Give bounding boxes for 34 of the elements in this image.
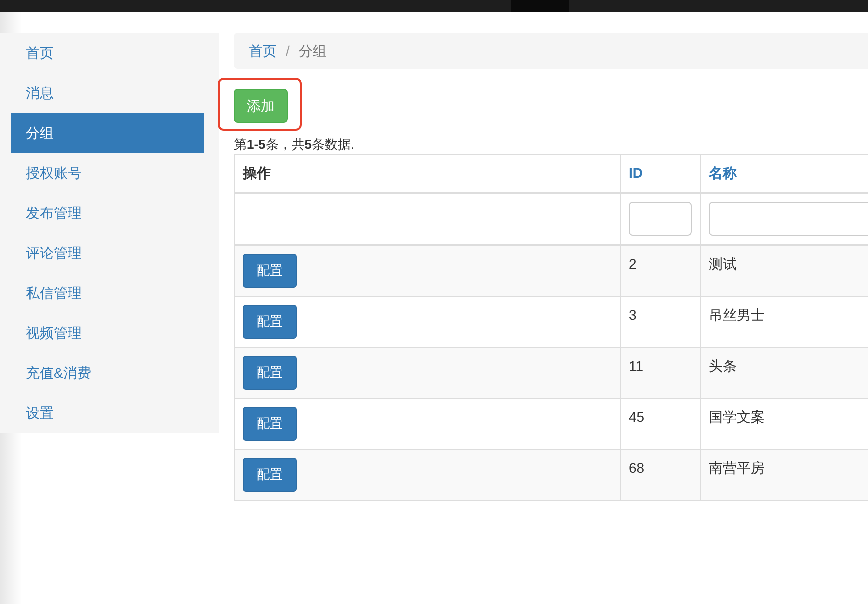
sidebar-item[interactable]: 分组	[11, 113, 204, 153]
column-sort-link[interactable]: ID	[629, 165, 643, 181]
table-cell: 南营平房	[709, 460, 765, 476]
column-header: 操作	[243, 165, 271, 181]
configure-button[interactable]: 配置	[243, 305, 297, 339]
table-cell: 2	[629, 256, 637, 272]
table-cell: 11	[629, 358, 644, 374]
sidebar-item[interactable]: 消息	[11, 73, 204, 113]
breadcrumb-current: 分组	[298, 42, 327, 60]
table-cell: 吊丝男士	[709, 307, 765, 323]
configure-button[interactable]: 配置	[243, 458, 297, 492]
configure-button[interactable]: 配置	[243, 254, 297, 288]
sidebar-item[interactable]: 首页	[11, 33, 204, 73]
breadcrumb-link[interactable]: 首页	[249, 40, 277, 62]
table-cell: 头条	[709, 358, 737, 374]
sidebar-item[interactable]: 发布管理	[11, 193, 204, 233]
sidebar-item[interactable]: 评论管理	[11, 233, 204, 273]
sidebar-item[interactable]: 视频管理	[11, 313, 204, 353]
table-cell: 68	[629, 460, 645, 476]
table-cell: 3	[629, 307, 637, 323]
sidebar-item[interactable]: 私信管理	[11, 273, 204, 313]
configure-button[interactable]: 配置	[243, 356, 297, 390]
configure-button[interactable]: 配置	[243, 407, 297, 441]
table-cell: 国学文案	[709, 409, 765, 425]
filter-field[interactable]	[629, 202, 692, 236]
breadcrumb-separator: /	[286, 42, 290, 60]
column-sort-link[interactable]: 名称	[709, 165, 737, 181]
table-cell: 测试	[709, 256, 737, 272]
summary-text: 第1-5条，共5条数据.	[234, 136, 356, 154]
add-button[interactable]: 添加	[234, 89, 288, 123]
table-cell: 45	[629, 409, 645, 425]
sidebar-item[interactable]: 设置	[11, 393, 204, 433]
sidebar-item[interactable]: 授权账号	[11, 153, 204, 193]
sidebar-item[interactable]: 充值&消费	[11, 353, 204, 393]
